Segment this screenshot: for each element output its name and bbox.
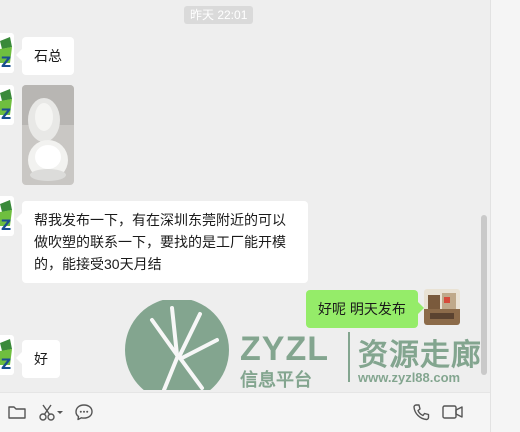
phone-icon[interactable] xyxy=(408,399,434,425)
contact-avatar[interactable]: Z xyxy=(0,33,14,73)
contact-avatar[interactable]: Z xyxy=(0,335,14,375)
svg-text:Z: Z xyxy=(1,357,11,373)
self-avatar[interactable] xyxy=(424,289,460,325)
chat-scrollbar-thumb[interactable] xyxy=(481,215,487,375)
scrollbar-track[interactable] xyxy=(490,0,520,432)
input-toolbar xyxy=(0,392,490,432)
contact-avatar[interactable]: Z xyxy=(0,85,14,125)
watermark-subtitle-text: 信息平台 xyxy=(240,370,312,390)
scissors-icon[interactable] xyxy=(36,399,66,425)
contact-avatar[interactable]: Z xyxy=(0,196,14,236)
message-bubble-incoming[interactable]: 石总 xyxy=(16,37,74,75)
message-timestamp: 昨天 22:01 xyxy=(184,6,254,24)
watermark-latin-text: ZYZL xyxy=(240,330,329,368)
message-bubble-incoming[interactable]: 好 xyxy=(16,340,60,378)
watermark-logo-icon xyxy=(125,300,229,390)
watermark-url-text: www.zyzl88.com xyxy=(358,370,461,385)
watermark-separator xyxy=(348,332,350,382)
svg-text:Z: Z xyxy=(1,218,11,234)
folder-icon[interactable] xyxy=(4,399,30,425)
svg-text:Z: Z xyxy=(1,107,11,123)
svg-text:Z: Z xyxy=(1,55,11,71)
video-camera-icon[interactable] xyxy=(439,399,467,425)
watermark-brand-text: 资源走廊 xyxy=(358,339,482,372)
message-bubble-outgoing[interactable]: 好呢 明天发布 xyxy=(306,290,424,328)
image-message-blow-molded-part[interactable] xyxy=(22,85,74,185)
chat-bubble-icon[interactable] xyxy=(71,399,97,425)
chat-message-area[interactable]: 昨天 22:01 Z 石总 Z Z 帮我发布一下，有在深圳东莞附近的可以做吹塑的… xyxy=(0,0,490,392)
message-bubble-incoming[interactable]: 帮我发布一下，有在深圳东莞附近的可以做吹塑的联系一下，要找的是工厂能开模的，能接… xyxy=(16,201,308,283)
